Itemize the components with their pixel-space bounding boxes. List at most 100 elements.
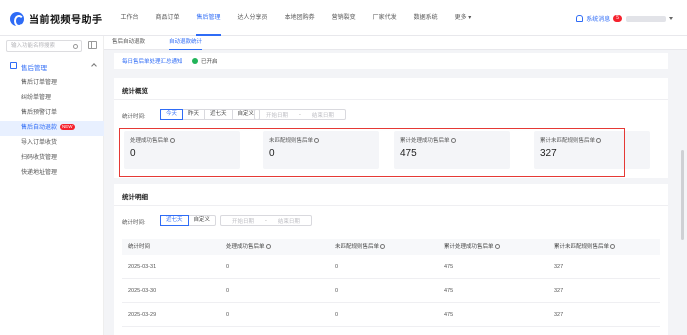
sidebar-item-import-receipt[interactable]: 导入订单收货 [0, 136, 104, 151]
table-header: 统计时间 处理成功售后单 未匹配规则售后单 累计处理成功售后单 累计未匹配规则售… [122, 239, 660, 255]
help-icon[interactable] [450, 137, 456, 143]
bell-icon[interactable] [576, 15, 584, 22]
cell-unmatched: 0 [335, 264, 339, 270]
statistics-table: 统计时间 处理成功售后单 未匹配规则售后单 累计处理成功售后单 累计未匹配规则售… [122, 239, 660, 327]
cell-success: 0 [226, 312, 230, 318]
stat-value: 327 [540, 148, 557, 159]
range-today-button[interactable]: 今天 [160, 109, 184, 120]
divider [114, 99, 668, 100]
app-logo[interactable]: 当前视频号助手 [10, 11, 103, 27]
start-date-field[interactable]: 开始日期 [221, 217, 265, 225]
stat-card-total-success: 累计处理成功售后单 475 [394, 131, 510, 169]
help-icon[interactable] [610, 243, 616, 249]
cell-total-unmatched: 327 [554, 312, 564, 318]
message-label[interactable]: 系统消息 [586, 14, 610, 23]
detail-date-range[interactable]: 开始日期 - 结束日期 [220, 215, 312, 226]
sidebar-group-aftersale[interactable]: 售后管理 [0, 58, 104, 74]
help-icon[interactable] [265, 243, 271, 249]
notice-status: 已开启 [201, 59, 218, 65]
app-title: 当前视频号助手 [29, 15, 103, 26]
overview-filter-label: 统计时间: [122, 114, 146, 120]
help-icon[interactable] [596, 137, 602, 143]
table-row: 2025-03-30 0 0 475 327 [122, 279, 660, 303]
table-row: 2025-03-29 0 0 475 327 [122, 303, 660, 327]
stat-label-text: 处理成功售后单 [130, 138, 169, 144]
help-icon[interactable] [380, 243, 386, 249]
sidebar-menu: 售后订单管理 纠纷单管理 售后预警订单 售后自动退款 NEW 导入订单收货 扫码收… [0, 76, 104, 181]
table-row: 2025-03-31 0 0 475 327 [122, 255, 660, 279]
page-scrollbar[interactable] [681, 150, 684, 240]
stat-label-text: 未匹配规则售后单 [269, 138, 314, 144]
cell-total-unmatched: 327 [554, 288, 564, 294]
sidebar-group-label: 售后管理 [21, 65, 47, 72]
range-custom-button[interactable]: 自定义 [189, 216, 216, 225]
cell-total-unmatched: 327 [554, 264, 564, 270]
column-header: 累计未匹配规则售后单 [554, 239, 616, 255]
sidebar-item-disputes[interactable]: 纠纷单管理 [0, 91, 104, 106]
search-icon[interactable] [73, 43, 78, 49]
stat-label-text: 累计处理成功售后单 [400, 138, 450, 144]
column-header: 未匹配规则售后单 [335, 239, 386, 255]
account-name[interactable] [626, 15, 666, 22]
sidebar: 输入功能名称搜索 售后管理 售后订单管理 纠纷单管理 售后预警订单 售后自动退款… [0, 36, 104, 335]
aftersale-icon [10, 62, 17, 69]
nav-item-workbench[interactable]: 工作台 [112, 0, 147, 36]
stat-label-text: 累计未匹配规则售后单 [540, 138, 596, 144]
end-date-field[interactable]: 结束日期 [267, 217, 311, 225]
nav-item-local-deals[interactable]: 本地团购券 [276, 0, 323, 36]
sidebar-item-aftersale-orders[interactable]: 售后订单管理 [0, 76, 104, 91]
help-icon[interactable] [314, 137, 320, 143]
column-header-text: 累计未匹配规则售后单 [554, 244, 610, 250]
nav-item-aftersale[interactable]: 售后管理 [188, 0, 229, 36]
sidebar-item-label: 售后自动退款 [21, 125, 58, 131]
cell-total-success: 475 [444, 264, 454, 270]
cell-total-success: 475 [444, 288, 454, 294]
overview-range-buttons: 今天 昨天 近七天 自定义 [160, 109, 261, 120]
stat-label: 未匹配规则售后单 [269, 136, 320, 144]
start-date-field[interactable]: 开始日期 [255, 111, 299, 119]
stat-card-total-unmatched: 累计未匹配规则售后单 327 [534, 131, 650, 169]
tab-auto-refund[interactable]: 售后自动退款 [112, 36, 145, 50]
cell-date: 2025-03-29 [128, 312, 157, 318]
nav-item-marketing[interactable]: 营销裂变 [323, 0, 364, 36]
detail-title: 统计明细 [122, 194, 148, 201]
cell-date: 2025-03-31 [128, 264, 157, 270]
column-header: 统计时间 [128, 244, 151, 250]
nav-item-data[interactable]: 数据系统 [405, 0, 446, 36]
help-icon[interactable] [169, 137, 175, 143]
tab-refund-statistics[interactable]: 自动退款统计 [169, 36, 203, 50]
sidebar-item-scan-receipt[interactable]: 扫码收货管理 [0, 151, 104, 166]
help-icon[interactable] [494, 243, 500, 249]
range-yesterday-button[interactable]: 昨天 [183, 110, 206, 119]
cell-unmatched: 0 [335, 312, 339, 318]
nav-item-more[interactable]: 更多 ▾ [446, 0, 480, 36]
main-nav: 工作台 商品订单 售后管理 达人分享员 本地团购券 营销裂变 厂家代发 数据系统… [112, 0, 480, 36]
sidebar-item-auto-refund[interactable]: 售后自动退款 NEW [0, 121, 104, 136]
chevron-down-icon[interactable] [669, 17, 673, 20]
stat-value: 475 [400, 148, 417, 159]
divider [114, 205, 668, 206]
sidebar-search-input[interactable]: 输入功能名称搜索 [6, 40, 82, 52]
collapse-sidebar-icon[interactable] [88, 41, 97, 49]
range-7days-button[interactable]: 近七天 [160, 215, 189, 226]
overview-date-range[interactable]: 开始日期 - 结束日期 [254, 109, 346, 120]
end-date-field[interactable]: 结束日期 [301, 111, 345, 119]
range-7days-button[interactable]: 近七天 [205, 110, 233, 119]
nav-item-dropship[interactable]: 厂家代发 [364, 0, 405, 36]
search-placeholder: 输入功能名称搜索 [11, 43, 56, 49]
stat-label: 累计未匹配规则售后单 [540, 136, 602, 144]
sidebar-item-warning-orders[interactable]: 售后预警订单 [0, 106, 104, 121]
cell-success: 0 [226, 264, 230, 270]
cell-date: 2025-03-30 [128, 288, 157, 294]
cell-total-success: 475 [444, 312, 454, 318]
stat-card-unmatched: 未匹配规则售后单 0 [263, 131, 379, 169]
nav-item-promoters[interactable]: 达人分享员 [229, 0, 276, 36]
check-circle-icon [192, 57, 198, 64]
stat-card-success: 处理成功售后单 0 [124, 131, 240, 169]
detail-filter-label: 统计时间: [122, 220, 146, 226]
nav-item-orders[interactable]: 商品订单 [147, 0, 188, 36]
page-tabs: 售后自动退款 自动退款统计 [104, 36, 687, 50]
notice-link[interactable]: 每日售后单处理汇总通知 [122, 57, 183, 65]
sidebar-item-express-address[interactable]: 快递地址管理 [0, 166, 104, 181]
new-badge: NEW [60, 124, 75, 130]
